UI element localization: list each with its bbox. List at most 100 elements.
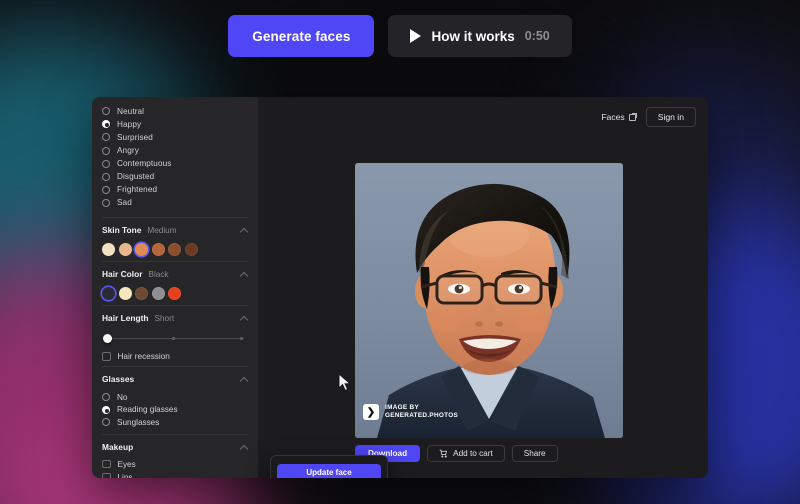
sign-in-button[interactable]: Sign in: [645, 107, 696, 127]
makeup-title: Makeup: [102, 442, 134, 453]
hair-color-swatch-4[interactable]: [168, 286, 181, 300]
emotion-radio-group: Neutral Happy Surprised Angry Contemptuo…: [92, 103, 258, 214]
hair-color-swatches: [102, 286, 248, 300]
makeup-lips-checkbox[interactable]: Lips: [102, 473, 248, 478]
share-label: Share: [523, 449, 546, 458]
emotion-option-surprised[interactable]: Surprised: [102, 131, 258, 144]
emotion-label: Frightened: [117, 185, 158, 195]
checkbox-icon: [102, 352, 111, 361]
radio-icon: [102, 418, 110, 427]
watermark-line1: IMAGE BY: [385, 404, 420, 411]
hair-color-value: Black: [148, 269, 169, 279]
emotion-option-neutral[interactable]: Neutral: [102, 105, 258, 118]
slider-track: [106, 337, 244, 340]
watermark-line2: GENERATED.PHOTOS: [385, 412, 459, 419]
chevron-up-icon[interactable]: [240, 226, 248, 234]
skin-tone-swatch-1[interactable]: [118, 242, 132, 256]
glasses-option-no[interactable]: No: [102, 391, 248, 404]
checkbox-icon: [102, 472, 111, 478]
chevron-up-icon[interactable]: [240, 443, 248, 451]
hair-recession-checkbox[interactable]: Hair recession: [102, 352, 248, 361]
watermark-text: IMAGE BY GENERATED.PHOTOS: [385, 404, 458, 420]
hair-color-header[interactable]: Hair Color Black: [102, 268, 248, 281]
skin-tone-value: Medium: [147, 225, 177, 235]
external-link-icon: [628, 112, 637, 121]
main-header: Faces Sign in: [601, 107, 696, 127]
chevron-up-icon[interactable]: [240, 314, 248, 322]
hair-color-swatch-2[interactable]: [135, 286, 148, 300]
hair-color-swatch-1[interactable]: [118, 286, 132, 300]
how-it-works-duration: 0:50: [524, 29, 550, 43]
glasses-header[interactable]: Glasses: [102, 373, 248, 386]
hair-length-value: Short: [154, 313, 175, 323]
skin-tone-swatch-4[interactable]: [168, 242, 181, 256]
skin-tone-swatch-5[interactable]: [184, 242, 198, 256]
emotion-option-sad[interactable]: Sad: [102, 197, 258, 210]
skin-tone-swatches: [102, 242, 248, 256]
settings-sidebar: Neutral Happy Surprised Angry Contemptuo…: [92, 97, 258, 478]
hair-length-slider[interactable]: [102, 333, 248, 344]
makeup-section: Makeup Eyes Lips: [92, 435, 258, 478]
add-to-cart-button[interactable]: Add to cart: [427, 445, 505, 462]
top-toolbar: Generate faces How it works 0:50: [0, 0, 800, 72]
radio-icon: [102, 146, 110, 155]
hair-color-swatch-3[interactable]: [151, 286, 165, 300]
emotion-option-happy[interactable]: Happy: [102, 118, 258, 131]
chevron-up-icon[interactable]: [240, 375, 248, 383]
hair-length-header[interactable]: Hair Length Short: [102, 312, 248, 325]
glasses-title: Glasses: [102, 374, 135, 385]
radio-icon: [102, 133, 110, 142]
emotion-option-frightened[interactable]: Frightened: [102, 184, 258, 197]
glasses-section: Glasses No Reading glasses Sunglasses: [92, 367, 258, 431]
skin-tone-swatch-2[interactable]: [135, 242, 148, 256]
emotion-option-disgusted[interactable]: Disgusted: [102, 170, 258, 183]
glasses-radio-group: No Reading glasses Sunglasses: [102, 391, 248, 429]
glasses-option-label: No: [117, 392, 128, 402]
how-it-works-label: How it works: [431, 28, 515, 44]
skin-tone-header[interactable]: Skin Tone Medium: [102, 224, 248, 237]
emotion-label: Disgusted: [117, 172, 155, 182]
portrait-image[interactable]: ❯ IMAGE BY GENERATED.PHOTOS: [355, 163, 623, 438]
hair-color-section: Hair Color Black: [92, 262, 258, 302]
hair-color-swatch-0[interactable]: [102, 286, 115, 300]
share-button[interactable]: Share: [511, 445, 558, 462]
glasses-option-reading-glasses[interactable]: Reading glasses: [102, 403, 248, 416]
emotion-label: Sad: [117, 198, 132, 208]
slider-knob[interactable]: [103, 333, 112, 343]
glasses-option-label: Reading glasses: [117, 405, 178, 415]
hair-length-section: Hair Length Short Hair recession: [92, 306, 258, 363]
radio-icon: [102, 198, 110, 207]
makeup-lips-label: Lips: [117, 472, 133, 478]
slider-tick-0: [172, 336, 175, 340]
skin-tone-title: Skin Tone: [102, 225, 142, 236]
radio-icon: [102, 393, 110, 402]
main-panel: Faces Sign in ❯ IMAGE BY GENERATED.PHOTO…: [258, 97, 708, 478]
emotion-label: Happy: [117, 119, 142, 129]
faces-link[interactable]: Faces: [601, 112, 637, 122]
emotion-option-contemptuous[interactable]: Contemptuous: [102, 157, 258, 170]
emotion-label: Angry: [117, 146, 139, 156]
radio-selected-icon: [102, 405, 110, 414]
hair-length-title: Hair Length: [102, 313, 149, 324]
emotion-option-angry[interactable]: Angry: [102, 144, 258, 157]
skin-tone-swatch-0[interactable]: [102, 242, 115, 256]
makeup-eyes-checkbox[interactable]: Eyes: [102, 460, 248, 469]
screenshot-root: Generate faces How it works 0:50 Neutral…: [0, 0, 800, 504]
generated-photos-logo-icon: ❯: [363, 404, 379, 420]
glasses-option-sunglasses[interactable]: Sunglasses: [102, 416, 248, 429]
emotion-label: Neutral: [117, 106, 145, 116]
makeup-header[interactable]: Makeup: [102, 441, 248, 454]
glasses-option-label: Sunglasses: [117, 417, 160, 427]
how-it-works-button[interactable]: How it works 0:50: [388, 15, 572, 57]
chevron-up-icon[interactable]: [240, 270, 248, 278]
watermark: ❯ IMAGE BY GENERATED.PHOTOS: [363, 404, 458, 420]
skin-tone-swatch-3[interactable]: [151, 242, 165, 256]
emotion-label: Surprised: [117, 132, 153, 142]
update-face-button[interactable]: Update face: [277, 464, 381, 478]
hair-recession-label: Hair recession: [117, 351, 170, 361]
faces-link-label: Faces: [601, 112, 625, 122]
add-to-cart-label: Add to cart: [453, 449, 493, 458]
generate-faces-button[interactable]: Generate faces: [228, 15, 375, 57]
skin-tone-section: Skin Tone Medium: [92, 218, 258, 258]
face-actions-popup: Update face Generate new face: [270, 455, 388, 478]
